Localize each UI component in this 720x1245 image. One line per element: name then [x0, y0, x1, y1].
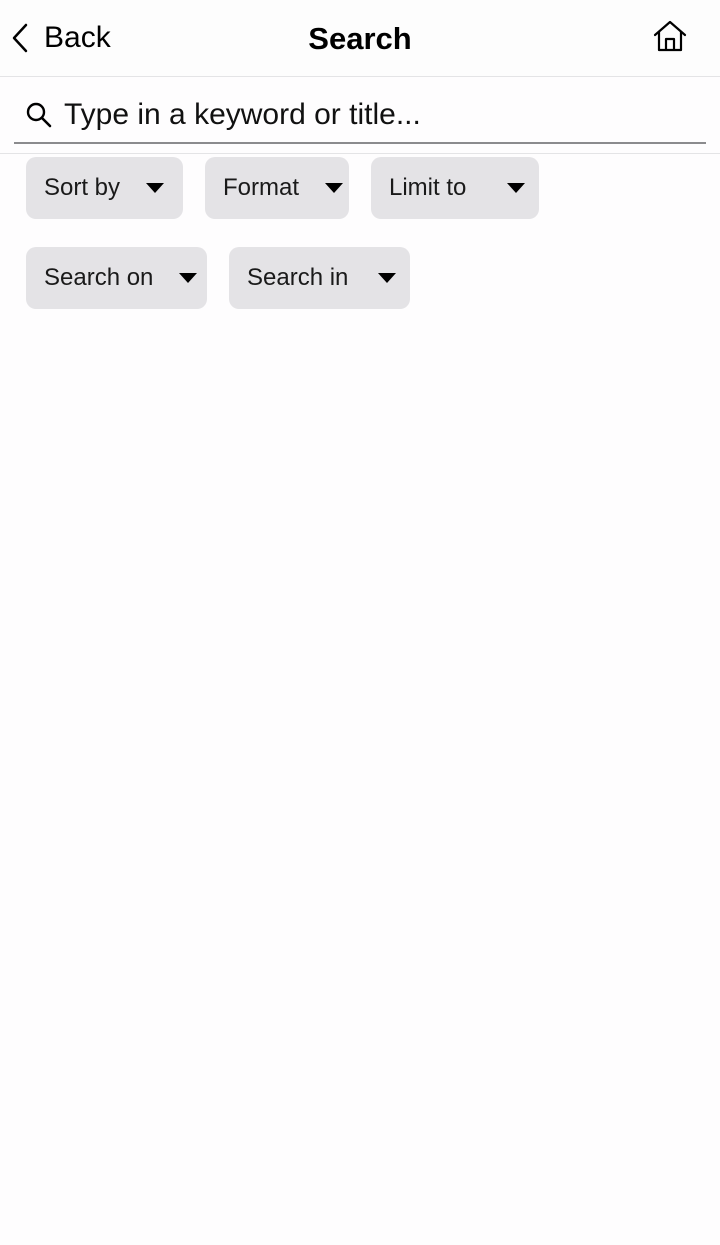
- back-label: Back: [44, 21, 111, 54]
- format-label: Format: [223, 174, 300, 201]
- limit-to-label: Limit to: [389, 174, 467, 201]
- search-on-dropdown[interactable]: Search on: [26, 247, 207, 309]
- caret-down-icon: [146, 183, 165, 193]
- divider: [0, 153, 720, 154]
- back-button[interactable]: Back: [10, 18, 111, 58]
- caret-down-icon: [507, 183, 525, 193]
- sort-by-dropdown[interactable]: Sort by: [26, 157, 183, 219]
- caret-down-icon: [179, 273, 198, 283]
- caret-down-icon: [325, 183, 344, 193]
- filter-row: Search on Search in: [26, 247, 432, 309]
- caret-down-icon: [378, 273, 396, 283]
- search-in-dropdown[interactable]: Search in: [229, 247, 410, 309]
- limit-to-dropdown[interactable]: Limit to: [371, 157, 539, 219]
- navigation-bar: Back Search: [0, 0, 720, 77]
- home-icon: [652, 19, 688, 58]
- chevron-left-icon: [10, 22, 30, 54]
- search-bar: [14, 88, 706, 144]
- search-on-label: Search on: [44, 264, 154, 291]
- search-in-label: Search in: [247, 264, 349, 291]
- filter-row: Sort by Format Limit to: [26, 157, 561, 219]
- format-dropdown[interactable]: Format: [205, 157, 349, 219]
- search-input[interactable]: [64, 90, 706, 140]
- sort-by-label: Sort by: [44, 174, 121, 201]
- home-button[interactable]: [650, 18, 690, 58]
- search-icon: [14, 88, 64, 142]
